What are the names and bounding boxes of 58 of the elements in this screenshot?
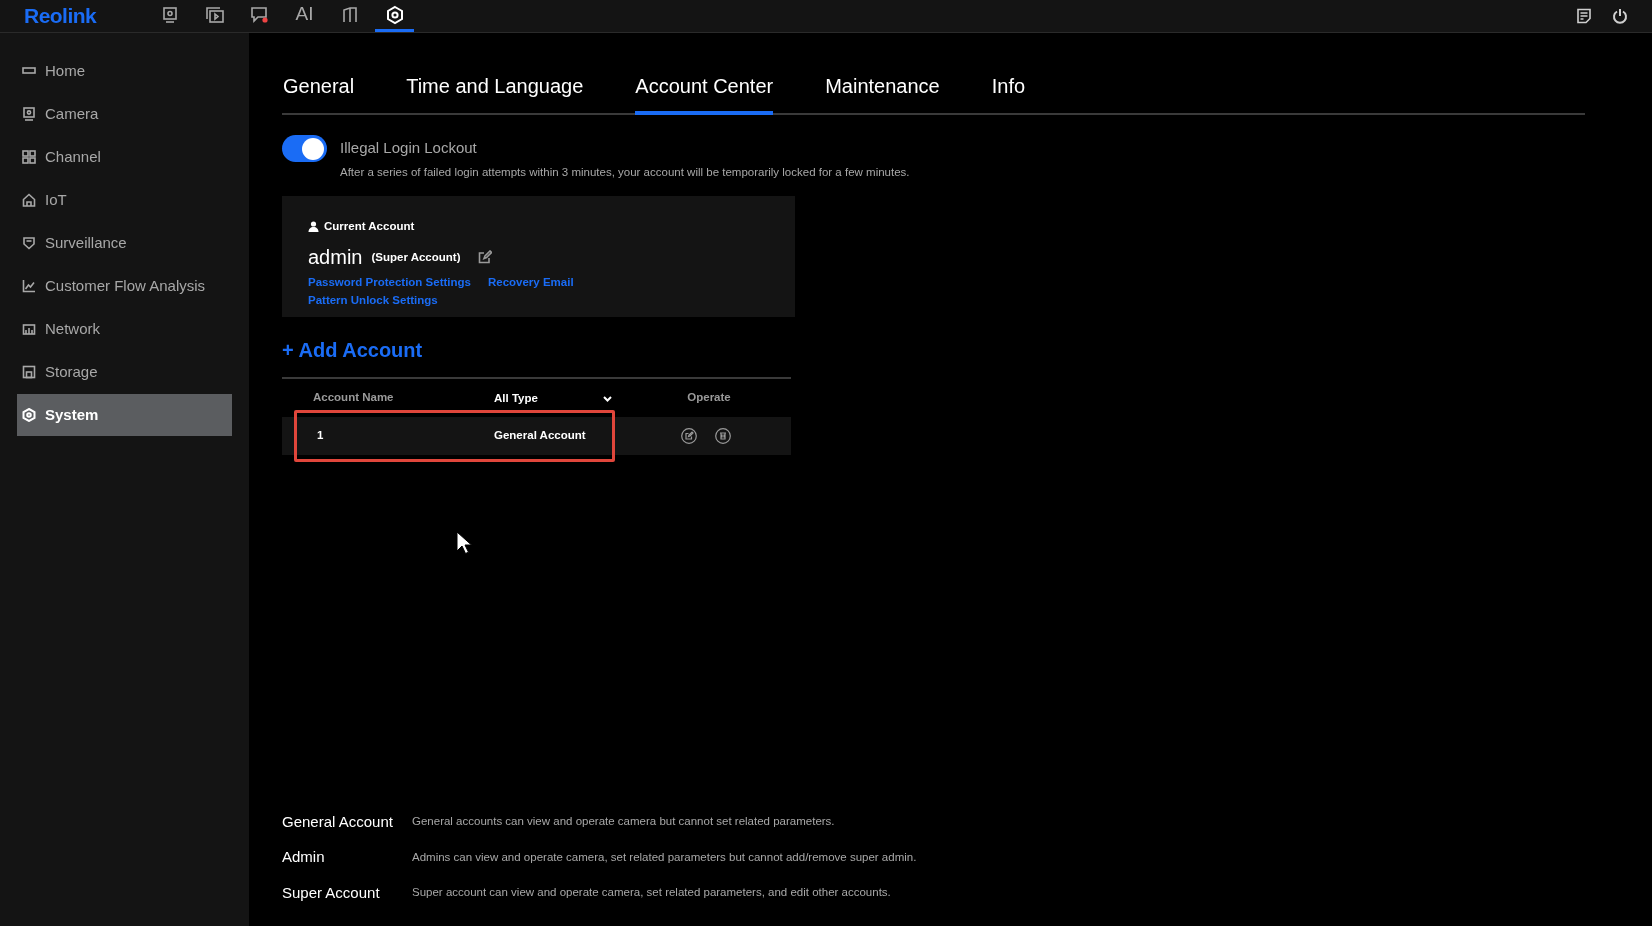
chevron-down-icon bbox=[603, 395, 612, 402]
logo: Reolink bbox=[24, 3, 98, 30]
sidebar-item[interactable]: Network bbox=[17, 308, 232, 350]
shield-icon bbox=[22, 236, 36, 250]
nav-tab[interactable]: AI bbox=[285, 0, 324, 32]
settings-link[interactable]: Password Protection Settings bbox=[308, 272, 471, 291]
legend-term: Admin bbox=[282, 847, 326, 867]
toggle-switch[interactable] bbox=[282, 135, 327, 162]
monitor-icon bbox=[160, 5, 179, 24]
edit-icon[interactable] bbox=[477, 249, 492, 264]
grid-icon bbox=[22, 150, 36, 164]
network-icon bbox=[22, 322, 36, 336]
camera-icon bbox=[22, 107, 36, 121]
settings-icon bbox=[22, 408, 36, 422]
settings-link[interactable]: Recovery Email bbox=[487, 272, 574, 291]
storage-icon bbox=[22, 365, 36, 379]
legend-term: General Account bbox=[282, 811, 394, 832]
table-cell-text: 1 bbox=[316, 427, 325, 443]
legend-description: General accounts can view and operate camera but cannot set related parameters. bbox=[412, 814, 835, 830]
playback-icon bbox=[204, 5, 225, 24]
table-cell-text: General Account bbox=[494, 427, 587, 443]
tab[interactable]: Account Center bbox=[635, 71, 774, 115]
sidebar-item[interactable]: Surveillance bbox=[17, 222, 232, 264]
notes-icon[interactable] bbox=[1576, 8, 1592, 24]
power-icon[interactable] bbox=[1612, 8, 1628, 24]
sidebar-item[interactable]: Storage bbox=[17, 351, 232, 393]
add-account-button[interactable]: + Add Account bbox=[282, 334, 423, 365]
sidebar-item[interactable]: Camera bbox=[17, 93, 232, 135]
card-heading: Current Account bbox=[324, 219, 415, 235]
sidebar-item[interactable]: Channel bbox=[17, 136, 232, 178]
user-icon bbox=[308, 221, 319, 233]
legend-description: Super account can view and operate camera, set related parameters, and edit other accounts. bbox=[412, 885, 891, 901]
house-icon bbox=[22, 193, 36, 207]
tab[interactable]: Time and Language bbox=[406, 71, 584, 115]
mouse-cursor-icon bbox=[456, 531, 472, 555]
edit-icon[interactable] bbox=[681, 427, 697, 444]
account-role: (Super Account) bbox=[371, 249, 461, 265]
sidebar-item[interactable]: IoT bbox=[17, 179, 232, 221]
sidebar-item[interactable]: Customer Flow Analysis bbox=[17, 265, 232, 307]
tab[interactable]: General bbox=[283, 71, 355, 115]
sidebar-item[interactable]: Home bbox=[17, 50, 232, 92]
lockout-description: After a series of failed login attempts within 3 minutes, your account will be temporarily locked for a few minutes. bbox=[340, 165, 911, 180]
line-chart-icon bbox=[22, 279, 36, 293]
settings-link[interactable]: Pattern Unlock Settings bbox=[308, 290, 438, 309]
column-header: Operate bbox=[686, 389, 732, 405]
settings-icon bbox=[384, 4, 405, 25]
door-icon bbox=[340, 5, 359, 24]
type-filter-dropdown[interactable]: All Type bbox=[494, 389, 612, 408]
tab[interactable]: Info bbox=[991, 71, 1026, 115]
legend-term: Super Account bbox=[282, 882, 381, 903]
message-alert-icon bbox=[249, 5, 270, 24]
toggle-label: Illegal Login Lockout bbox=[340, 138, 477, 159]
column-header: Account Name bbox=[312, 389, 395, 405]
sidebar-item[interactable]: System bbox=[17, 394, 232, 436]
legend-description: Admins can view and operate camera, set related parameters but cannot add/remove super admin. bbox=[412, 849, 917, 865]
table-row[interactable]: 1 General Account bbox=[282, 416, 791, 455]
account-name: admin bbox=[308, 244, 363, 270]
tab[interactable]: Maintenance bbox=[825, 71, 940, 115]
